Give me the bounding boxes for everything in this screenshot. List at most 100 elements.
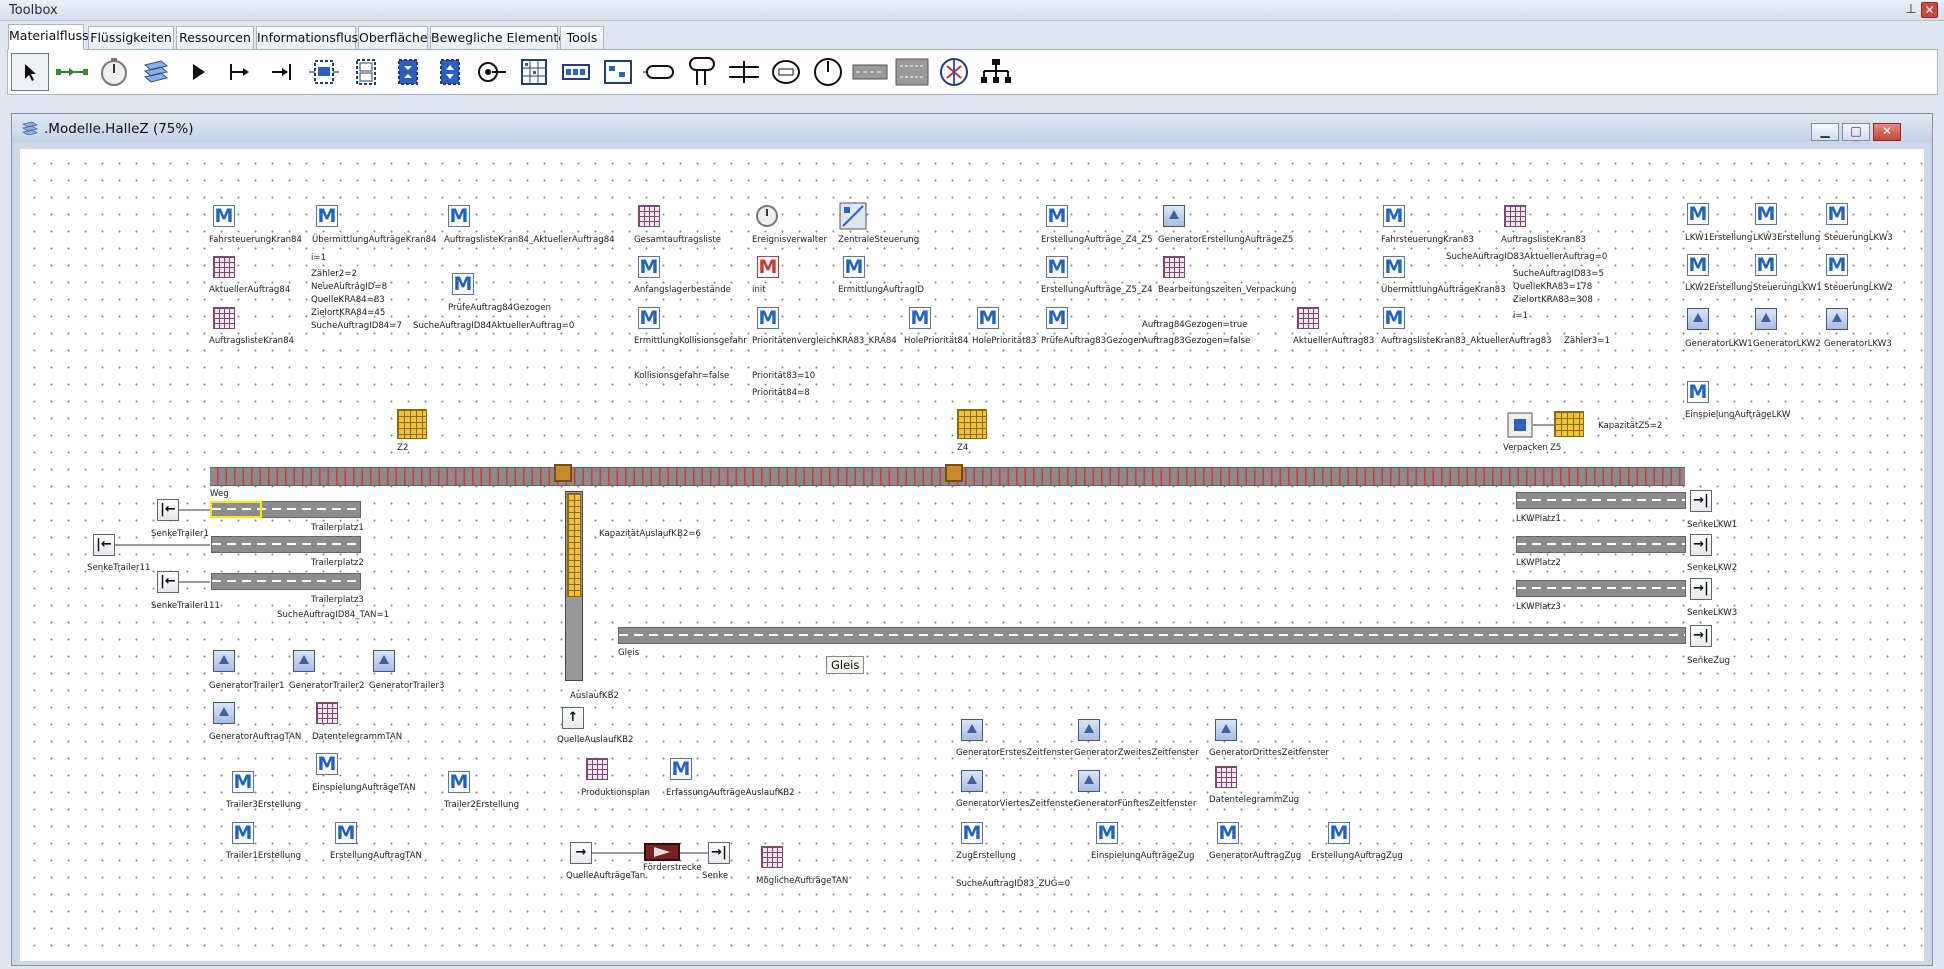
central-control-icon[interactable] <box>839 202 867 230</box>
crane-trolley-right[interactable] <box>945 464 963 482</box>
close-window-button[interactable]: ✕ <box>1873 123 1901 141</box>
sink-icon[interactable]: → <box>570 842 592 864</box>
frame-icon[interactable] <box>137 53 175 91</box>
sink-icon[interactable]: |← <box>93 534 115 556</box>
store-z2[interactable] <box>397 409 427 439</box>
method-icon[interactable]: M <box>843 256 865 278</box>
method-icon[interactable]: M <box>1687 203 1709 225</box>
method-icon[interactable]: M <box>448 205 470 227</box>
twolane-track-icon[interactable] <box>683 53 721 91</box>
store-z5[interactable] <box>1554 411 1584 437</box>
method-icon[interactable]: M <box>448 771 470 793</box>
method-icon[interactable]: M <box>1046 256 1068 278</box>
single-proc-icon[interactable] <box>221 53 259 91</box>
sink-icon[interactable]: |← <box>157 499 179 521</box>
sink-icon[interactable]: →| <box>1690 534 1712 556</box>
line-icon[interactable] <box>557 53 595 91</box>
method-icon[interactable]: M <box>1687 254 1709 276</box>
minimize-button[interactable]: ▁ <box>1811 123 1839 141</box>
method-icon[interactable]: M <box>1383 307 1405 329</box>
generator-icon[interactable] <box>1163 205 1185 227</box>
generator-icon[interactable] <box>1078 770 1100 792</box>
tab-informationsfluss[interactable]: Informationsfluss <box>256 26 365 50</box>
sink-icon[interactable]: |← <box>157 571 179 593</box>
close-toolbox-button[interactable]: ✕ <box>1921 2 1938 18</box>
method-icon[interactable]: M <box>1046 307 1068 329</box>
method-icon[interactable]: M <box>638 307 660 329</box>
method-icon[interactable]: M <box>1687 381 1709 403</box>
method-icon[interactable]: M <box>335 822 357 844</box>
flowcontrol-icon[interactable] <box>935 53 973 91</box>
method-icon[interactable]: M <box>1096 822 1118 844</box>
generator-icon[interactable] <box>1687 308 1709 330</box>
generator-icon[interactable] <box>961 770 983 792</box>
model-window-titlebar[interactable]: .Modelle.HalleZ (75%) ▁ □ ✕ <box>12 114 1932 142</box>
method-icon[interactable]: M <box>232 771 254 793</box>
generator-icon[interactable] <box>1215 719 1237 741</box>
gleis-road[interactable] <box>618 627 1686 644</box>
pointer-icon[interactable] <box>11 53 49 91</box>
table-icon[interactable] <box>213 307 235 329</box>
sink-icon[interactable]: →| <box>1690 490 1712 512</box>
sorter-icon[interactable] <box>599 53 637 91</box>
method-icon[interactable]: M <box>1383 256 1405 278</box>
turntable-icon[interactable] <box>725 53 763 91</box>
method-icon[interactable]: M <box>638 256 660 278</box>
weg-highlight[interactable] <box>210 501 262 518</box>
method-icon[interactable]: M <box>1328 822 1350 844</box>
tab-ressourcen[interactable]: Ressourcen <box>176 26 254 50</box>
model-canvas[interactable]: M FahrsteuerungKran84 M ÜbermittlungAufträg… <box>20 149 1924 961</box>
source-icon[interactable] <box>179 53 217 91</box>
table-icon[interactable] <box>213 256 235 278</box>
crane-trolley-left[interactable] <box>554 464 572 482</box>
lkw-road-3[interactable] <box>1516 580 1686 597</box>
placebuffer-icon[interactable] <box>809 53 847 91</box>
method-icon[interactable]: M <box>1755 254 1777 276</box>
method-icon[interactable]: M <box>232 822 254 844</box>
generator-icon[interactable] <box>1826 308 1848 330</box>
method-icon[interactable]: M <box>452 273 474 295</box>
table-icon[interactable] <box>1215 766 1237 788</box>
drain-icon[interactable] <box>263 53 301 91</box>
sink-icon[interactable]: →| <box>1690 578 1712 600</box>
method-icon[interactable]: M <box>977 307 999 329</box>
table-icon[interactable] <box>1504 205 1526 227</box>
lkw-road-1[interactable] <box>1516 492 1686 509</box>
generator-icon[interactable] <box>213 702 235 724</box>
sink-icon[interactable]: ↑ <box>562 707 584 729</box>
assembly-icon[interactable] <box>389 53 427 91</box>
method-icon[interactable]: M <box>757 307 779 329</box>
event-controller-icon[interactable] <box>95 53 133 91</box>
auslauf-filled[interactable] <box>567 493 581 597</box>
foerderstrecke-icon[interactable] <box>644 843 680 861</box>
shift-icon[interactable] <box>851 53 889 91</box>
method-icon[interactable]: M <box>909 307 931 329</box>
generator-icon[interactable] <box>961 719 983 741</box>
connector-icon[interactable] <box>53 53 91 91</box>
tab-bewegliche-elemente[interactable]: Bewegliche Elemente <box>430 26 566 50</box>
trailer-road-3[interactable] <box>211 573 361 590</box>
method-icon[interactable]: M <box>316 753 338 775</box>
verpacken-icon[interactable] <box>1507 412 1533 438</box>
table-icon[interactable] <box>586 758 608 780</box>
method-icon[interactable]: M <box>961 822 983 844</box>
track-icon[interactable] <box>641 53 679 91</box>
generator-icon[interactable] <box>1078 719 1100 741</box>
table-icon[interactable] <box>1297 307 1319 329</box>
trailer-road-2[interactable] <box>211 536 361 553</box>
tab-oberflaeche[interactable]: Oberfläche <box>358 26 428 50</box>
method-icon[interactable]: M <box>316 205 338 227</box>
generator-icon[interactable] <box>1755 308 1777 330</box>
tab-materialfluss[interactable]: Materialfluss <box>8 24 89 50</box>
method-icon[interactable]: M <box>1826 254 1848 276</box>
method-icon[interactable]: M <box>1383 205 1405 227</box>
table-icon[interactable] <box>316 702 338 724</box>
method-icon[interactable]: M <box>1755 203 1777 225</box>
tab-fluessigkeiten[interactable]: Flüssigkeiten <box>88 26 174 50</box>
tab-tools[interactable]: Tools <box>560 26 604 50</box>
distributor-icon[interactable] <box>893 53 931 91</box>
maximize-button[interactable]: □ <box>1842 123 1870 141</box>
method-icon[interactable]: M <box>670 758 692 780</box>
turnplate-icon[interactable] <box>767 53 805 91</box>
table-icon[interactable] <box>761 846 783 868</box>
